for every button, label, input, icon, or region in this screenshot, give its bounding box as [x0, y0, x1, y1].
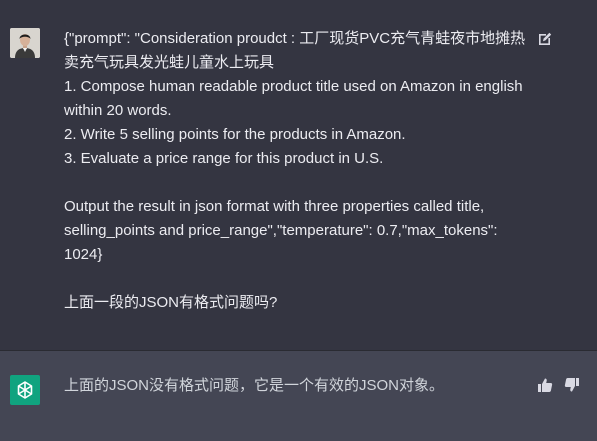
user-avatar: [10, 28, 40, 58]
user-photo-avatar-icon: [10, 28, 40, 58]
chatgpt-logo-icon: [17, 381, 33, 399]
thumbs-down-button[interactable]: [564, 377, 580, 393]
assistant-avatar: [10, 375, 40, 405]
thumbs-up-icon: [538, 378, 553, 392]
edit-pencil-icon: [539, 32, 552, 45]
thumbs-down-icon: [564, 378, 579, 392]
assistant-message: 上面的JSON没有格式问题，它是一个有效的JSON对象。: [0, 351, 597, 441]
user-message-text: {"prompt": "Consideration proudct : 工厂现货…: [64, 30, 526, 311]
edit-message-button[interactable]: [537, 31, 553, 47]
user-message: {"prompt": "Consideration proudct : 工厂现货…: [0, 0, 597, 351]
thumbs-up-button[interactable]: [537, 377, 553, 393]
assistant-message-text: 上面的JSON没有格式问题，它是一个有效的JSON对象。: [64, 377, 445, 394]
